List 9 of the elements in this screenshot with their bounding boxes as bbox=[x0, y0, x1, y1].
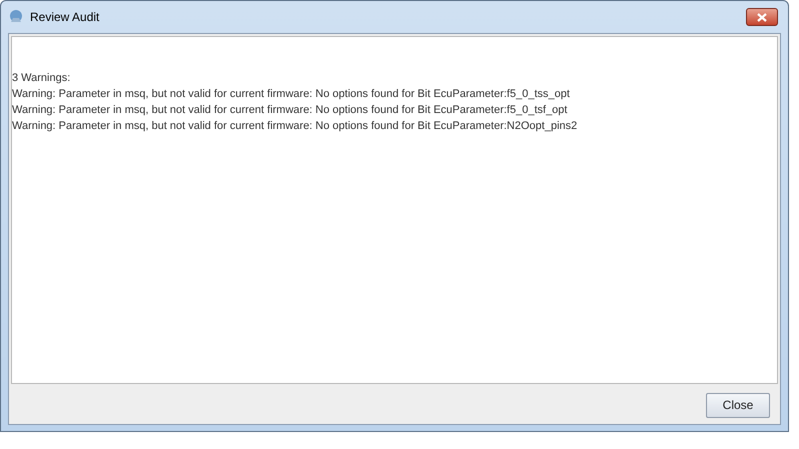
app-icon bbox=[8, 9, 24, 25]
report-line: Warning: Parameter in msq, but not valid for current firmware: No options found for Bit EcuParameter:f5_0_tss_opt bbox=[12, 87, 570, 102]
close-icon bbox=[757, 12, 767, 22]
report-line: Warning: Parameter in msq, but not valid for current firmware: No options found for Bit EcuParameter:f5_0_tsf_opt bbox=[12, 103, 568, 118]
close-window-button[interactable] bbox=[746, 8, 778, 26]
window-title: Review Audit bbox=[30, 9, 100, 26]
report-line: Warning: Parameter in msq, but not valid for current firmware: No options found for Bit EcuParameter:N2Oopt_pins2 bbox=[12, 119, 578, 134]
close-button[interactable]: Close bbox=[706, 392, 770, 418]
report-line: 3 Warnings: bbox=[12, 71, 70, 86]
